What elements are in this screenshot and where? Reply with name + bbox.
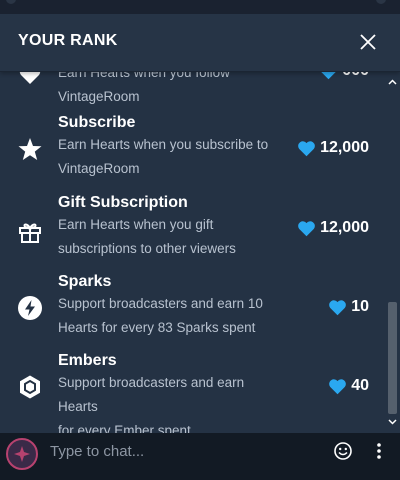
hexagon-icon xyxy=(20,375,40,399)
top-dot xyxy=(6,0,16,4)
gift-icon xyxy=(19,223,41,243)
item-name: Embers xyxy=(58,352,117,369)
panel-header: YOUR RANK xyxy=(0,14,400,72)
rank-panel: Earn Hearts when you follow VintageRoom … xyxy=(0,14,400,433)
scroll-up-icon[interactable] xyxy=(388,79,397,85)
scroll-down-icon[interactable] xyxy=(388,419,397,425)
emoji-icon[interactable] xyxy=(333,441,353,461)
item-reward: 12,000 xyxy=(297,139,369,157)
scrollbar[interactable] xyxy=(385,71,400,433)
chat-input[interactable]: Type to chat... xyxy=(50,443,144,460)
top-strip xyxy=(0,0,400,14)
heart-icon xyxy=(298,220,315,236)
item-name: Gift Subscription xyxy=(58,194,188,211)
item-desc: Support broadcasters and earn Hearts for… xyxy=(58,375,245,433)
item-desc: Support broadcasters and earn 10 Hearts … xyxy=(58,296,263,335)
item-name: Subscribe xyxy=(58,114,136,131)
more-options-icon[interactable] xyxy=(373,441,385,461)
item-reward: 10 xyxy=(328,298,369,316)
chat-bar: Type to chat... xyxy=(0,433,400,480)
scrollbar-thumb[interactable] xyxy=(388,302,397,414)
heart-icon xyxy=(329,299,347,315)
item-desc: Earn Hearts when you gift subscriptions … xyxy=(58,217,236,256)
close-icon[interactable] xyxy=(356,30,380,54)
item-reward: 12,000 xyxy=(297,219,369,237)
item-desc: Earn Hearts when you subscribe to Vintag… xyxy=(58,137,269,176)
list-item-sparks: Sparks Support broadcasters and earn 10 … xyxy=(0,270,385,342)
heart-icon xyxy=(298,140,315,156)
top-dot xyxy=(376,0,386,4)
list-item-embers: Embers Support broadcasters and earn Hea… xyxy=(0,349,385,433)
avatar-icon xyxy=(14,446,30,462)
avatar[interactable] xyxy=(6,438,38,470)
item-name: Sparks xyxy=(58,273,112,290)
list-item-subscribe: Subscribe Earn Hearts when you subscribe… xyxy=(0,111,385,183)
star-icon xyxy=(18,138,42,160)
list-item-gift-subscription: Gift Subscription Earn Hearts when you g… xyxy=(0,191,385,263)
reward-list[interactable]: Earn Hearts when you follow VintageRoom … xyxy=(0,14,385,433)
heart-icon xyxy=(329,378,347,394)
page-title: YOUR RANK xyxy=(18,32,118,49)
lightning-icon xyxy=(18,296,42,320)
item-reward: 40 xyxy=(328,377,369,395)
